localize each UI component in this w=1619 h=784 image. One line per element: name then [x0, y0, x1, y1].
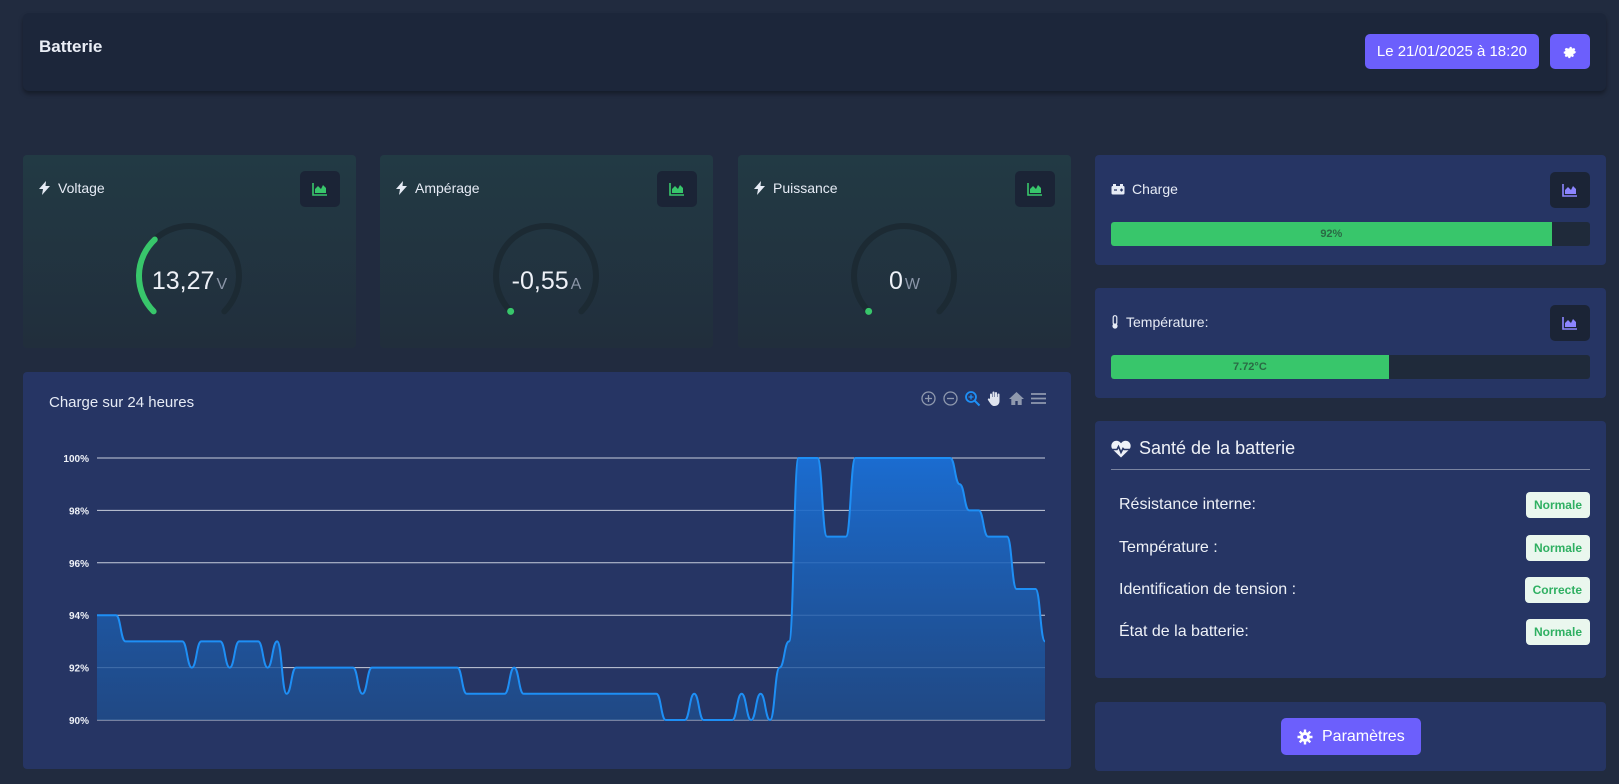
health-row-temperature: Température : Normale — [1119, 535, 1590, 561]
amperage-chart-button[interactable] — [657, 171, 697, 207]
health-row-label: État de la batterie: — [1119, 623, 1249, 640]
charge-progress-bar: 92% — [1111, 222, 1590, 246]
status-badge: Normale — [1525, 535, 1590, 561]
area-chart-icon — [669, 183, 684, 196]
chart-toolbar — [920, 390, 1047, 407]
status-badge: Correcte — [1524, 577, 1590, 603]
charge-area-chart: 100% 98% 96% 94% 92% 90% — [63, 454, 1046, 727]
health-row-voltage-identification: Identification de tension : Correcte — [1119, 577, 1590, 603]
health-row-label: Identification de tension : — [1119, 581, 1297, 598]
top-header: Batterie Le 21/01/2025 à 18:20 — [23, 13, 1606, 91]
settings-card: Paramètres — [1095, 702, 1606, 771]
y-tick-label: 90% — [69, 716, 89, 727]
battery-icon — [1111, 183, 1125, 194]
health-row-label: Résistance interne: — [1119, 496, 1256, 513]
gauge-fill — [865, 307, 873, 315]
area-chart-icon — [312, 183, 327, 196]
y-tick-label: 92% — [69, 664, 89, 675]
power-value: 0W — [738, 267, 1071, 296]
voltage-chart-button[interactable] — [300, 171, 340, 207]
voltage-number: 13,27 — [151, 267, 215, 295]
gear-icon — [1563, 46, 1577, 58]
charge-area-fill — [97, 458, 1045, 720]
temperature-chart-button[interactable] — [1550, 305, 1590, 341]
amperage-number: -0,55 — [511, 267, 569, 295]
home-reset-icon[interactable] — [1008, 390, 1025, 407]
page-title: Batterie — [39, 37, 103, 56]
zoom-in-icon[interactable] — [920, 390, 937, 407]
settings-gear-button[interactable] — [1550, 34, 1590, 69]
heart-pulse-icon — [1111, 440, 1131, 457]
amperage-value: -0,55 A — [380, 267, 713, 296]
gauge-fill — [507, 307, 515, 315]
battery-health-card: Santé de la batterie Résistance interne:… — [1095, 421, 1606, 678]
amperage-unit: A — [570, 276, 582, 293]
y-tick-label: 100% — [63, 454, 89, 465]
lightning-icon — [396, 181, 407, 195]
power-chart-button[interactable] — [1015, 171, 1055, 207]
chart-title: Charge sur 24 heures — [49, 394, 195, 411]
voltage-value: 13,27 V — [23, 267, 356, 296]
lightning-icon — [754, 181, 765, 195]
y-tick-label: 98% — [69, 506, 89, 517]
power-unit: W — [904, 276, 920, 293]
health-divider — [1111, 469, 1590, 470]
charge-label: Charge — [1132, 181, 1178, 197]
menu-icon[interactable] — [1030, 390, 1047, 407]
pan-hand-icon[interactable] — [986, 390, 1003, 407]
area-chart-icon — [1562, 317, 1577, 330]
thermometer-icon — [1112, 315, 1118, 329]
health-row-battery-state: État de la batterie: Normale — [1119, 619, 1590, 645]
y-tick-label: 94% — [69, 611, 89, 622]
area-chart-icon — [1562, 184, 1577, 197]
charge-progress-fill: 92% — [1111, 222, 1552, 246]
power-card: Puissance 0W — [738, 155, 1071, 348]
power-label: Puissance — [773, 180, 838, 196]
status-badge: Normale — [1525, 619, 1590, 645]
amperage-card: Ampérage -0,55 A — [380, 155, 713, 348]
health-title: Santé de la batterie — [1139, 438, 1296, 458]
parameters-label: Paramètres — [1322, 727, 1405, 745]
gear-icon — [1297, 729, 1313, 744]
parameters-button[interactable]: Paramètres — [1281, 718, 1421, 755]
zoom-out-icon[interactable] — [942, 390, 959, 407]
charge-chart-panel: Charge sur 24 heures 100% 98% 96% 94% 92% 90% — [23, 372, 1071, 769]
temperature-label: Température: — [1126, 314, 1209, 330]
voltage-card: Voltage 13,27 V — [23, 155, 356, 348]
status-badge: Normale — [1525, 492, 1590, 518]
temperature-progress-fill: 7.72°C — [1111, 355, 1389, 379]
selection-zoom-icon[interactable] — [964, 390, 981, 407]
voltage-unit: V — [216, 276, 228, 293]
charge-chart-button[interactable] — [1550, 172, 1590, 208]
voltage-label: Voltage — [58, 180, 105, 196]
charge-card: Charge 92% — [1095, 155, 1606, 265]
temperature-card: Température: 7.72°C — [1095, 288, 1606, 398]
date-button[interactable]: Le 21/01/2025 à 18:20 — [1364, 34, 1539, 69]
area-chart-icon — [1027, 183, 1042, 196]
temperature-progress-bar: 7.72°C — [1111, 355, 1590, 379]
health-row-resistance: Résistance interne: Normale — [1119, 492, 1590, 518]
health-row-label: Température : — [1119, 539, 1218, 556]
amperage-label: Ampérage — [415, 180, 480, 196]
lightning-icon — [39, 181, 50, 195]
y-tick-label: 96% — [69, 559, 89, 570]
power-number: 0 — [888, 267, 903, 295]
